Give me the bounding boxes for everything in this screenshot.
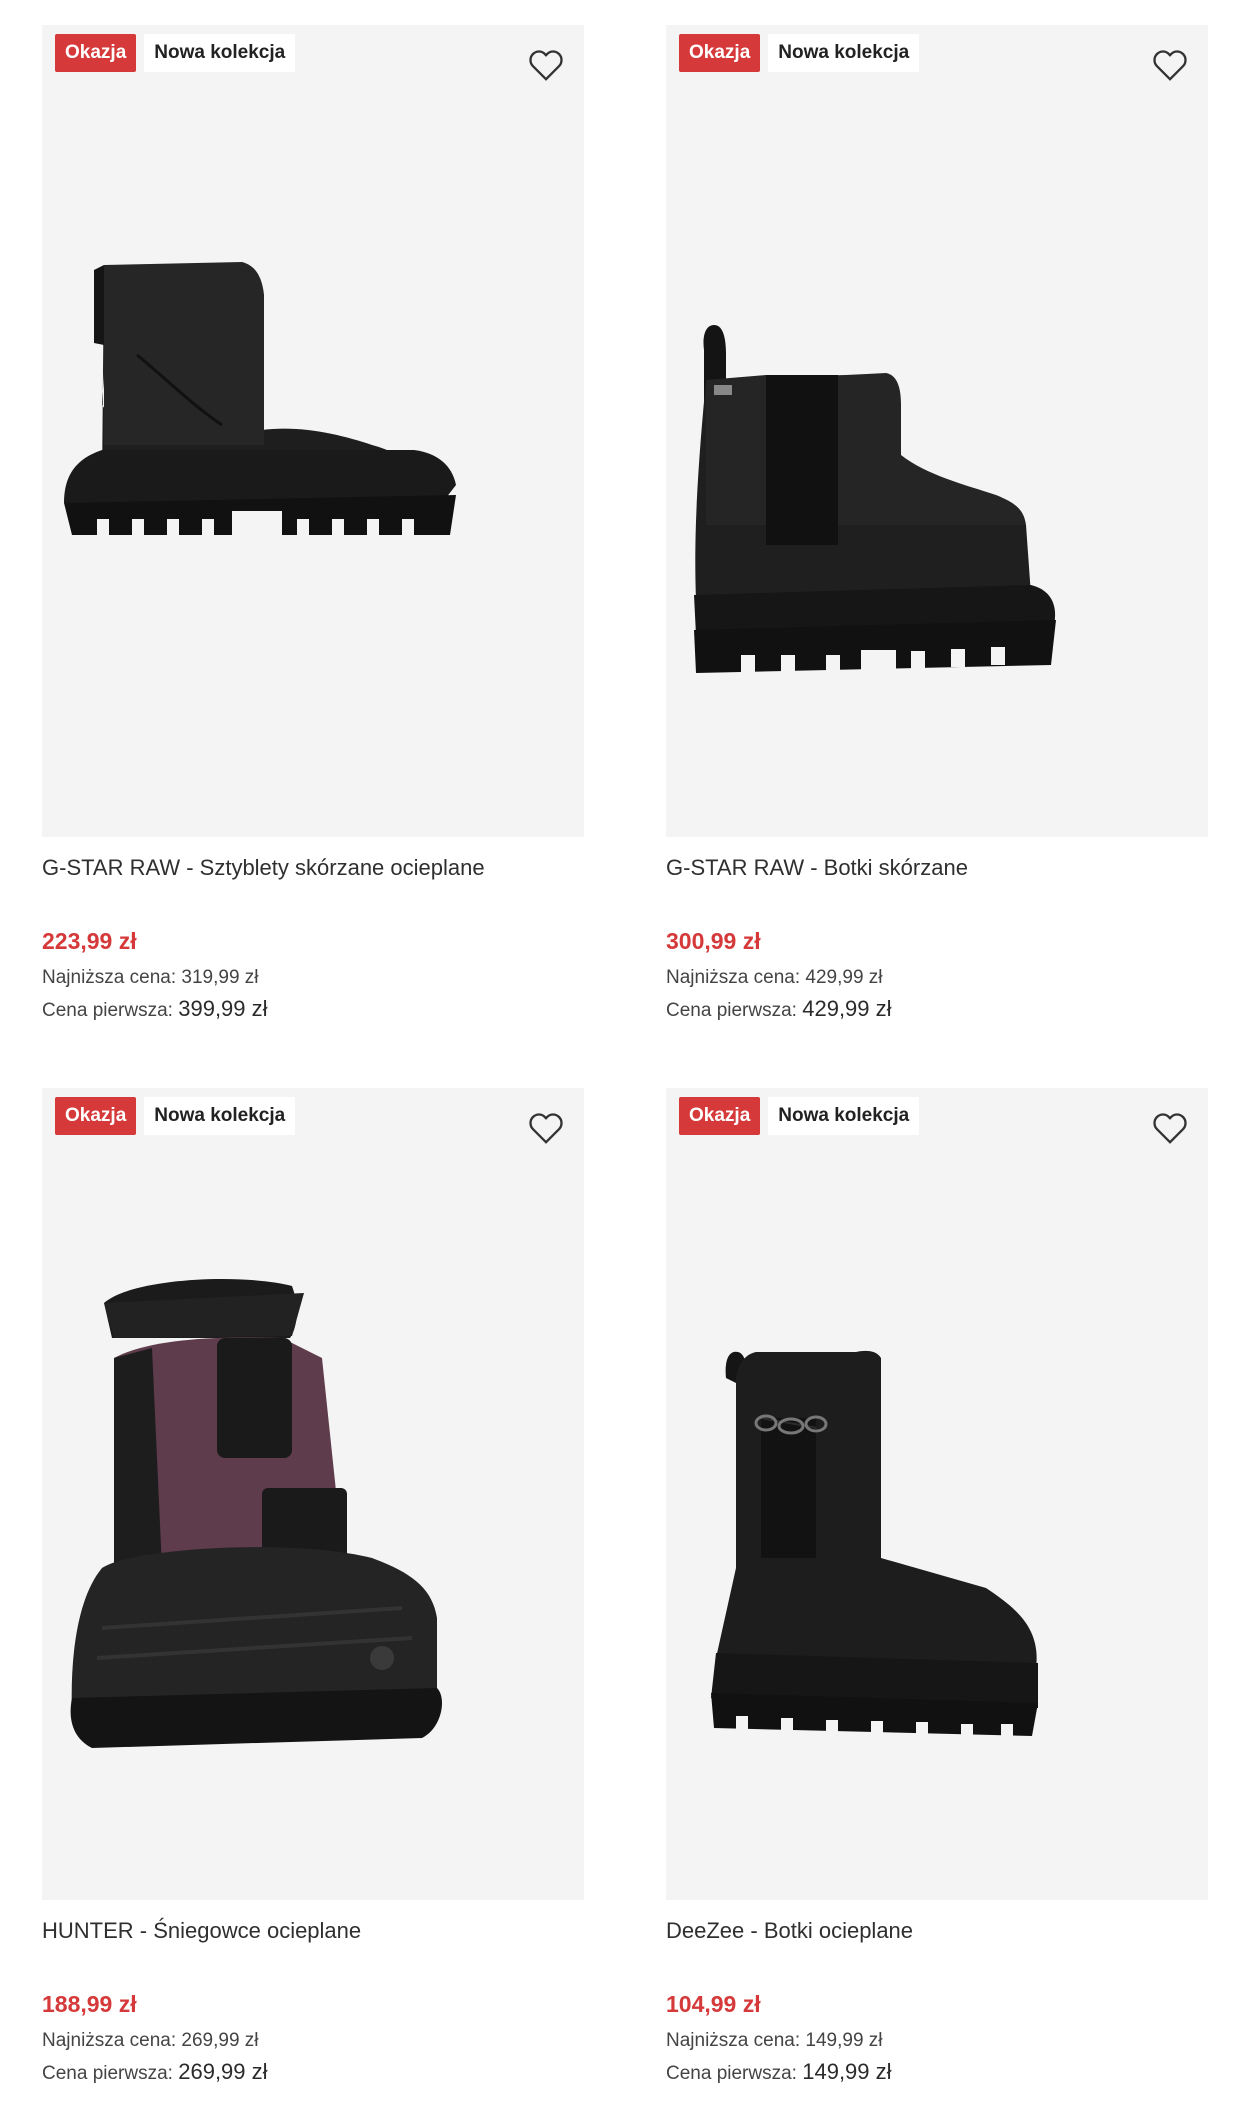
new-collection-badge: Nowa kolekcja <box>144 34 296 72</box>
original-price-value: 149,99 zł <box>802 2059 892 2084</box>
product-image[interactable] <box>666 1088 1208 1900</box>
black-chain-chelsea-boot-icon <box>711 1350 1038 1738</box>
current-price: 188,99 zł <box>42 1991 137 2017</box>
new-collection-badge: Nowa kolekcja <box>768 1097 920 1135</box>
lowest-price: Najniższa cena: 269,99 zł <box>42 2030 259 2052</box>
lowest-price-value: 319,99 zł <box>181 967 259 988</box>
badges: Okazja Nowa kolekcja <box>55 34 296 72</box>
product-title[interactable]: DeeZee - Botki ocieplane <box>666 1918 913 1944</box>
black-chelsea-boot-platform-icon <box>64 262 456 537</box>
deal-badge: Okazja <box>679 34 761 72</box>
lowest-price-label: Najniższa cena: <box>42 2030 177 2051</box>
heart-icon[interactable] <box>526 1108 566 1148</box>
lowest-price-label: Najniższa cena: <box>666 967 801 988</box>
lowest-price-label: Najniższa cena: <box>42 967 177 988</box>
product-card[interactable]: Okazja Nowa kolekcja HUNTER - Śniegowce … <box>42 1088 584 2128</box>
deal-badge: Okazja <box>55 1097 137 1135</box>
lowest-price-value: 429,99 zł <box>805 967 883 988</box>
current-price: 104,99 zł <box>666 1991 761 2017</box>
product-grid: Okazja Nowa kolekcja G-STAR RAW - Sztybl… <box>0 0 1250 2123</box>
original-price: Cena pierwsza: 429,99 zł <box>666 996 892 1022</box>
lowest-price: Najniższa cena: 149,99 zł <box>666 2030 883 2052</box>
product-card[interactable]: Okazja Nowa kolekcja G-STAR RAW - Botki … <box>666 25 1208 1065</box>
original-price-label: Cena pierwsza: <box>42 1000 173 1021</box>
lowest-price-label: Najniższa cena: <box>666 2030 801 2051</box>
product-title[interactable]: G-STAR RAW - Botki skórzane <box>666 855 968 881</box>
black-chelsea-boot-icon <box>694 325 1056 673</box>
snow-boot-pink-icon <box>70 1279 442 1748</box>
original-price: Cena pierwsza: 149,99 zł <box>666 2059 892 2085</box>
product-title[interactable]: HUNTER - Śniegowce ocieplane <box>42 1918 361 1944</box>
badges: Okazja Nowa kolekcja <box>679 34 920 72</box>
product-card[interactable]: Okazja Nowa kolekcja DeeZee - Botki ocie… <box>666 1088 1208 2128</box>
heart-icon[interactable] <box>1150 45 1190 85</box>
badges: Okazja Nowa kolekcja <box>55 1097 296 1135</box>
new-collection-badge: Nowa kolekcja <box>768 34 920 72</box>
original-price-value: 399,99 zł <box>178 996 268 1021</box>
heart-icon[interactable] <box>1150 1108 1190 1148</box>
original-price: Cena pierwsza: 399,99 zł <box>42 996 268 1022</box>
product-image[interactable] <box>42 25 584 837</box>
product-image[interactable] <box>42 1088 584 1900</box>
heart-icon[interactable] <box>526 45 566 85</box>
badges: Okazja Nowa kolekcja <box>679 1097 920 1135</box>
original-price-value: 429,99 zł <box>802 996 892 1021</box>
current-price: 300,99 zł <box>666 928 761 954</box>
lowest-price-value: 269,99 zł <box>181 2030 259 2051</box>
original-price-value: 269,99 zł <box>178 2059 268 2084</box>
lowest-price: Najniższa cena: 319,99 zł <box>42 967 259 989</box>
lowest-price: Najniższa cena: 429,99 zł <box>666 967 883 989</box>
product-card[interactable]: Okazja Nowa kolekcja G-STAR RAW - Sztybl… <box>42 25 584 1065</box>
current-price: 223,99 zł <box>42 928 137 954</box>
deal-badge: Okazja <box>55 34 137 72</box>
original-price-label: Cena pierwsza: <box>42 2063 173 2084</box>
original-price: Cena pierwsza: 269,99 zł <box>42 2059 268 2085</box>
new-collection-badge: Nowa kolekcja <box>144 1097 296 1135</box>
original-price-label: Cena pierwsza: <box>666 1000 797 1021</box>
product-image[interactable] <box>666 25 1208 837</box>
product-title[interactable]: G-STAR RAW - Sztyblety skórzane ocieplan… <box>42 855 485 881</box>
lowest-price-value: 149,99 zł <box>805 2030 883 2051</box>
deal-badge: Okazja <box>679 1097 761 1135</box>
original-price-label: Cena pierwsza: <box>666 2063 797 2084</box>
